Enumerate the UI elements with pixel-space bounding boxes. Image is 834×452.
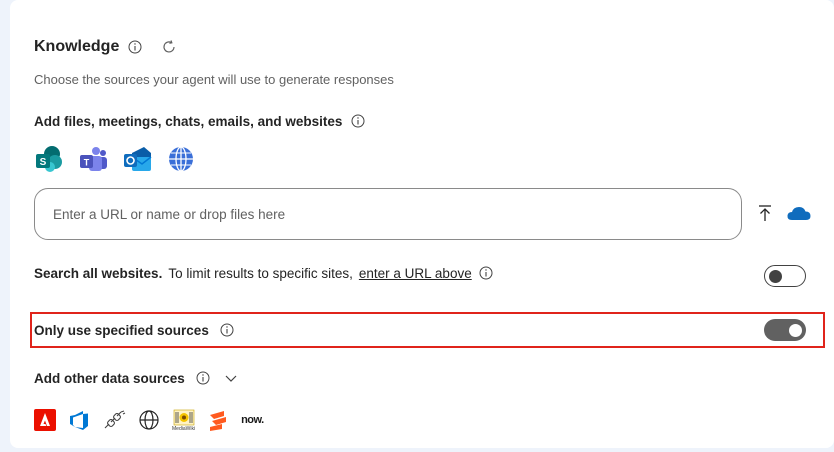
enter-url-link[interactable]: enter a URL above — [359, 266, 472, 281]
info-icon[interactable] — [219, 322, 235, 338]
onedrive-icon[interactable] — [784, 203, 814, 223]
chevron-down-icon[interactable] — [223, 370, 239, 386]
sharepoint-icon[interactable]: S — [34, 145, 64, 173]
upload-icon[interactable] — [754, 200, 776, 226]
other-source-icons: MediaWiki now. — [34, 408, 264, 432]
connector-icon[interactable] — [102, 408, 126, 432]
knowledge-header: Knowledge — [34, 36, 177, 58]
other-sources-label: Add other data sources — [34, 370, 185, 386]
svg-text:S: S — [40, 157, 47, 168]
knowledge-subtitle: Choose the sources your agent will use t… — [34, 72, 394, 87]
url-input[interactable] — [34, 188, 742, 240]
add-files-heading-text: Add files, meetings, chats, emails, and … — [34, 113, 343, 129]
refresh-icon[interactable] — [161, 39, 177, 55]
info-icon[interactable] — [195, 370, 211, 386]
globe-icon[interactable] — [166, 145, 196, 173]
salesforce-icon[interactable] — [207, 408, 229, 432]
info-icon[interactable] — [127, 39, 143, 55]
servicenow-icon[interactable]: now. — [241, 408, 264, 432]
knowledge-card: Knowledge Choose the sources your agent … — [10, 0, 834, 448]
search-websites-toggle[interactable] — [764, 265, 806, 287]
mediawiki-icon[interactable]: MediaWiki — [172, 408, 195, 432]
knowledge-title: Knowledge — [34, 38, 120, 55]
only-specified-toggle[interactable] — [764, 319, 806, 341]
info-icon[interactable] — [350, 113, 366, 129]
mediawiki-label: MediaWiki — [172, 425, 196, 432]
toggle-knob — [769, 269, 782, 283]
info-icon[interactable] — [478, 265, 494, 281]
search-websites-label: Search all websites. — [34, 265, 163, 281]
only-specified-label: Only use specified sources — [34, 322, 209, 338]
azure-devops-icon[interactable] — [68, 408, 90, 432]
toggle-knob — [789, 323, 802, 337]
search-websites-row: Search all websites. To limit results to… — [34, 265, 494, 281]
add-files-heading: Add files, meetings, chats, emails, and … — [34, 113, 366, 129]
app-source-icons: S T — [34, 145, 196, 173]
search-websites-description: To limit results to specific sites, — [168, 265, 353, 281]
web-icon[interactable] — [138, 408, 160, 432]
adobe-icon[interactable] — [34, 408, 56, 432]
only-specified-row: Only use specified sources — [34, 322, 235, 338]
svg-text:T: T — [84, 158, 90, 168]
outlook-icon[interactable] — [122, 145, 152, 173]
other-sources-row: Add other data sources — [34, 370, 239, 386]
teams-icon[interactable]: T — [78, 145, 108, 173]
